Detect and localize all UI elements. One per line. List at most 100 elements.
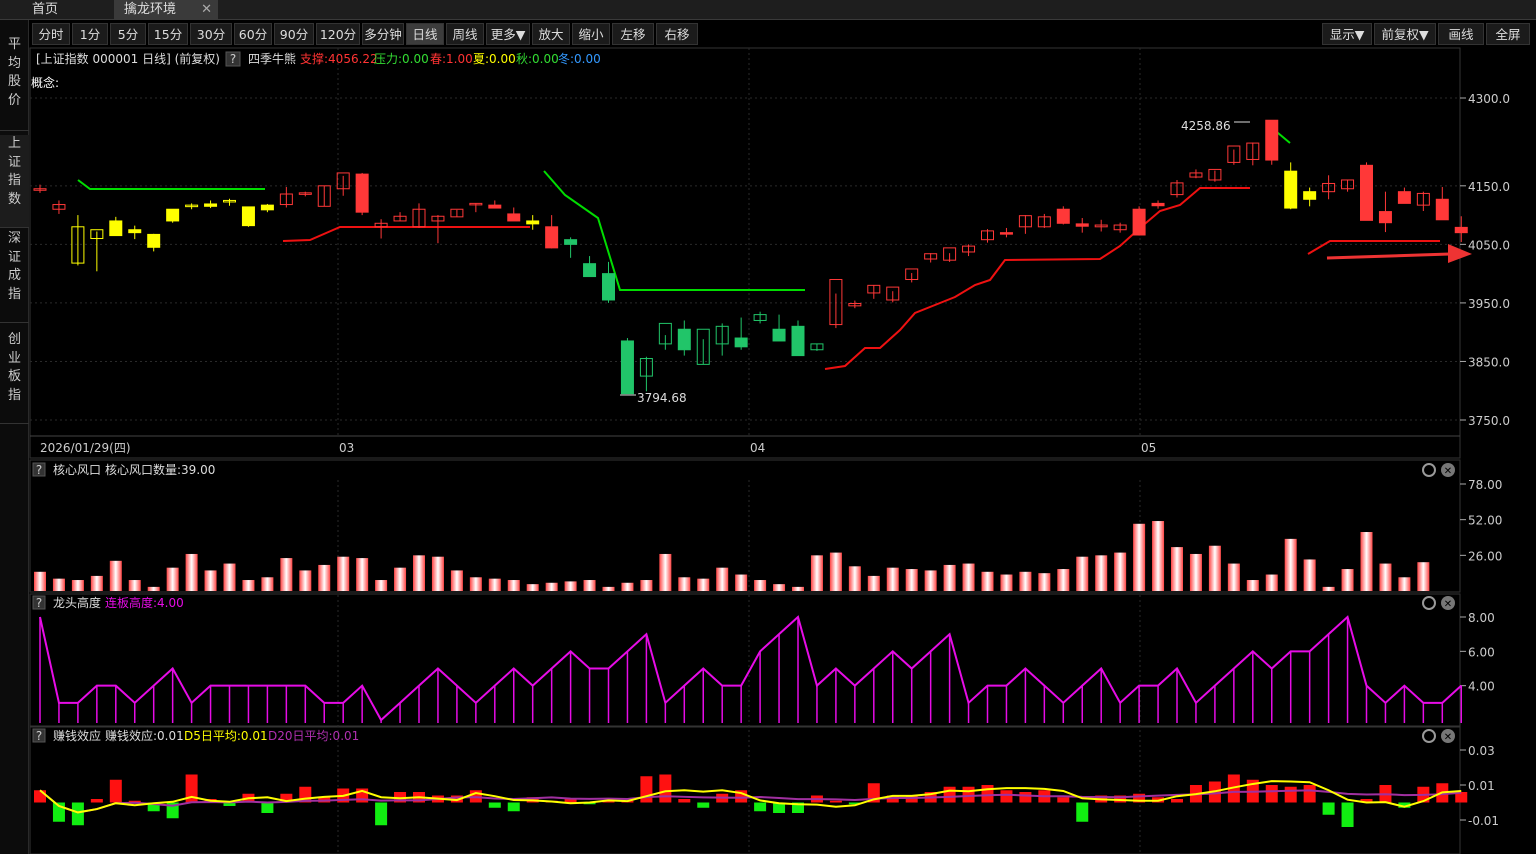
- candle-body-9: [204, 203, 218, 207]
- panel-label-1: 核心风口: [53, 463, 101, 477]
- core-window-bar-11: [242, 580, 255, 591]
- core-window-bar-71: [1379, 563, 1392, 591]
- panel1-frame: [29, 459, 1461, 593]
- core-window-bar-43: [848, 566, 861, 591]
- chart-area: 4300.0 4150.0 4050.0 3950.0 3850.0 3750.0 2026…: [29, 47, 1510, 854]
- core-window-bar-33: [659, 553, 672, 591]
- core-window-bar-37: [735, 574, 748, 591]
- core-window-bar-5: [128, 580, 141, 591]
- core-window-bar-72: [1398, 577, 1411, 591]
- main-panel-frame: [29, 47, 1461, 459]
- candle-body-51: [999, 232, 1013, 235]
- core-window-bar-66: [1284, 538, 1297, 591]
- core-window-bar-8: [185, 553, 198, 591]
- money-effect-bar-25: [507, 802, 520, 812]
- core-window-bar-10: [223, 563, 236, 591]
- money-effect-bar-0: [34, 790, 46, 803]
- dragon-height-line: [39, 615, 1462, 722]
- candle-body-66: [1284, 170, 1298, 209]
- support-line-3: [1307, 240, 1440, 255]
- candle-body-54: [1056, 208, 1070, 224]
- money-effect-bar-49: [962, 786, 975, 803]
- core-window-bar-39: [773, 584, 786, 591]
- core-window-bar-24: [488, 578, 501, 591]
- p2-ytick-2: 4.00: [1468, 680, 1495, 694]
- panel3-value: 赚钱效应:0.01: [105, 728, 184, 743]
- panel3-d5: D5日平均:0.01: [184, 729, 268, 743]
- core-window-bar-35: [697, 578, 710, 591]
- close-icon-glyph: ✕: [1444, 732, 1452, 743]
- pressure-line-1: [77, 179, 265, 190]
- ytick-label-4: 3850.0: [1468, 355, 1510, 369]
- ytick-label-3: 3950.0: [1468, 297, 1510, 311]
- candle-body-40: [791, 325, 805, 357]
- core-window-bar-47: [924, 570, 937, 591]
- core-window-bar-45: [886, 567, 899, 591]
- core-window-bar-34: [678, 577, 691, 591]
- money-effect-bar-2: [71, 802, 84, 826]
- spring-value: 春:1.00: [430, 52, 473, 66]
- core-window-bar-67: [1303, 559, 1316, 591]
- core-window-bar-3: [90, 575, 103, 591]
- candle-body-11: [241, 206, 255, 227]
- close-icon-glyph: ✕: [1444, 599, 1452, 610]
- panel-label-2: 龙头高度: [53, 595, 101, 610]
- help-icon: ?: [230, 52, 236, 66]
- money-effect-bar-3: [90, 799, 103, 803]
- support-line-2: [824, 187, 1250, 370]
- money-effect-bar-34: [678, 799, 691, 803]
- money-effect-bar-66: [1284, 786, 1297, 803]
- core-window-bar-27: [545, 582, 558, 591]
- gear-icon: [1422, 729, 1436, 743]
- money-effect-bar-42: [829, 800, 842, 803]
- summer-value: 夏:0.00: [473, 52, 516, 66]
- core-window-bar-14: [299, 570, 312, 591]
- core-window-bar-29: [583, 580, 596, 591]
- support-line-1: [282, 226, 530, 242]
- core-window-bar-44: [867, 575, 880, 591]
- core-window-bar-12: [261, 577, 274, 591]
- money-effect-bar-67: [1303, 785, 1316, 803]
- money-effect-bar-60: [1171, 799, 1183, 803]
- ytick-label-5: 3750.0: [1468, 414, 1510, 428]
- money-effect-bar-51: [1000, 790, 1013, 803]
- core-window-bar-23: [469, 577, 482, 591]
- candle-body-17: [355, 173, 369, 213]
- panel-help-icon-2: ?: [36, 596, 42, 610]
- money-effect-bar-55: [1076, 802, 1089, 822]
- high-label: 4258.86: [1181, 119, 1231, 133]
- core-window-bar-22: [450, 570, 463, 591]
- panel-help-icon-1: ?: [36, 463, 42, 477]
- panel-label-3: 赚钱效应: [53, 728, 101, 743]
- core-window-bar-58: [1133, 523, 1146, 591]
- support-value: 支撑:4056.22: [300, 51, 378, 66]
- xlabel-may: 05: [1141, 441, 1156, 455]
- candle-body-27: [545, 226, 559, 249]
- money-effect-bar-65: [1265, 785, 1278, 803]
- gear-icon: [1422, 596, 1436, 610]
- pressure-value: 压力:0.00: [374, 52, 429, 66]
- xlabel-start: 2026/01/29(四): [40, 441, 131, 455]
- panel-help-icon-3: ?: [36, 729, 42, 743]
- core-window-bar-28: [564, 581, 577, 591]
- candle-body-34: [677, 328, 691, 351]
- core-window-bar-40: [792, 586, 804, 591]
- candle-body-24: [488, 204, 502, 209]
- p1-ytick-0: 78.00: [1468, 478, 1502, 492]
- money-effect-bar-24: [488, 802, 501, 808]
- p3-ytick-1: 0.01: [1468, 779, 1495, 793]
- low-label: 3794.68: [637, 391, 687, 405]
- panel1-value: 核心风口数量:39.00: [105, 462, 215, 477]
- close-icon-glyph: ✕: [1444, 466, 1452, 477]
- candle-body-31: [620, 340, 634, 395]
- core-window-bar-25: [507, 580, 520, 591]
- candle-body-25: [507, 213, 521, 222]
- candle-body-65: [1265, 119, 1279, 161]
- core-window-bar-32: [640, 580, 653, 591]
- p1-ytick-2: 26.00: [1468, 549, 1502, 563]
- core-window-bar-17: [356, 558, 369, 591]
- core-window-bar-51: [1000, 574, 1013, 591]
- winter-value: 冬:0.00: [558, 51, 601, 66]
- xlabel-april: 04: [750, 441, 765, 455]
- p1-ytick-1: 52.00: [1468, 514, 1502, 528]
